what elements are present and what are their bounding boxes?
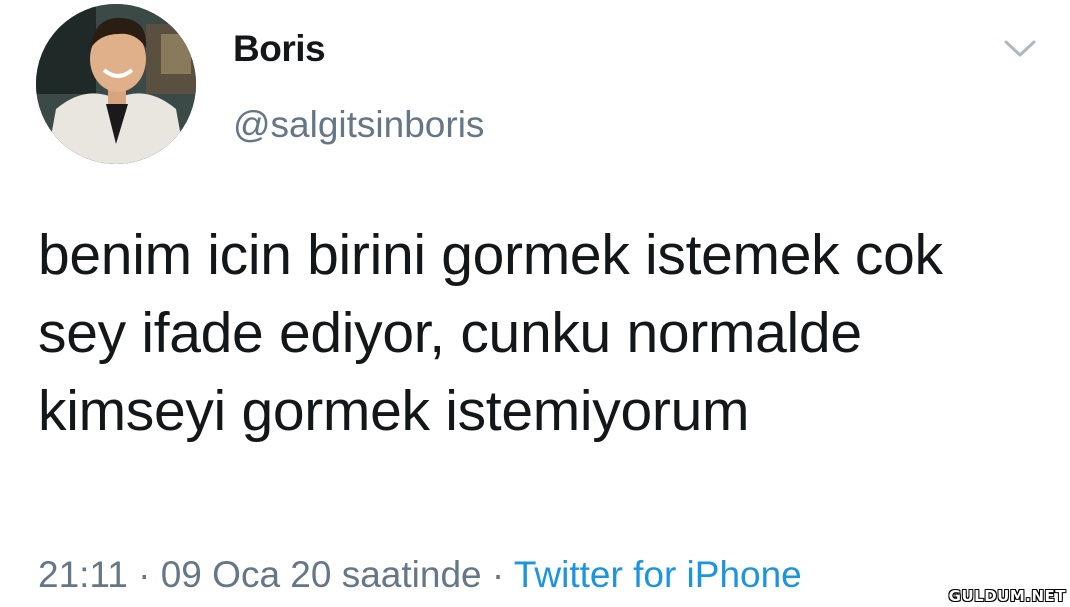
- avatar[interactable]: [36, 4, 196, 164]
- tweet-card: Boris @salgitsinboris benim icin birini …: [0, 0, 1070, 607]
- meta-separator: ·: [481, 554, 514, 595]
- author-handle[interactable]: @salgitsinboris: [233, 104, 484, 146]
- avatar-photo: [36, 4, 196, 164]
- chevron-down-icon[interactable]: [1002, 36, 1038, 60]
- tweet-text: benim icin birini gormek istemek cok sey…: [38, 223, 943, 443]
- author-display-name[interactable]: Boris: [233, 28, 326, 70]
- watermark: GULDUM.NET: [948, 587, 1066, 605]
- tweet-source-link[interactable]: Twitter for iPhone: [514, 554, 802, 595]
- tweet-meta: 21:11 · 09 Oca 20 saatinde · Twitter for…: [38, 554, 802, 596]
- tweet-timestamp[interactable]: 21:11 · 09 Oca 20 saatinde: [38, 554, 482, 595]
